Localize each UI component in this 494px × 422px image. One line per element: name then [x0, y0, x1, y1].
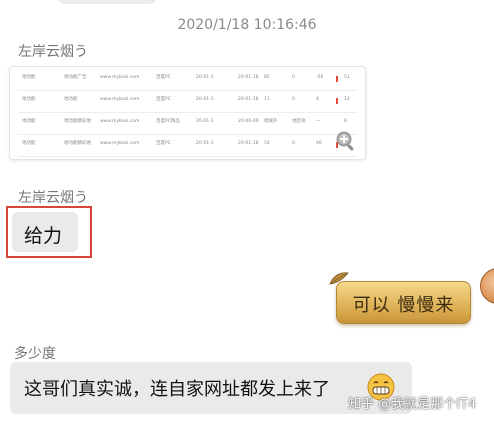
screenshot-table-row: 地功能 地功能精彩地 www.mybosi.com 百度PC 20-01-1 20-01-… [18, 136, 357, 157]
screenshot-table-cell: 0 [292, 97, 295, 102]
image-message-thumbnail[interactable]: 地功能 地功能广告 www.mybosi.com 百度PC 20-01-1 20-01-1… [9, 66, 366, 160]
screenshot-table-cell: 地功能 [22, 141, 36, 146]
screenshot-table-cell: 12 [344, 97, 350, 102]
screenshot-table-cell: 8 [344, 119, 347, 124]
sender-name: 多少度 [14, 346, 56, 362]
screenshot-table-cell: www.mybosi.com [100, 97, 140, 102]
screenshot-table-cell: 85 [264, 75, 270, 80]
sender-name: 左岸云烟う [18, 44, 88, 60]
sender-name: 左岸云烟う [18, 190, 88, 206]
highlight-box [6, 206, 92, 258]
screenshot-table-cell: 地域外 [264, 119, 278, 124]
screenshot-table-cell: 地功能精彩地 [64, 119, 91, 124]
screenshot-table-row: 地功能 地功能广告 www.mybosi.com 百度PC 20-01-1 20-01-1… [18, 70, 357, 91]
screenshot-table-cell: 百度PC [156, 97, 171, 102]
message-timestamp: 2020/1/18 10:16:46 [177, 17, 317, 33]
screenshot-table-row: 地功能 地功能 www.mybosi.com 百度PC 20-01-1 20-01-18 1… [18, 92, 357, 113]
screenshot-table-cell: 地区地 [292, 119, 306, 124]
screenshot-table-row: 地功能 地功能精彩地 www.mybosi.com 百度PC精品 20-01-1 20-0… [18, 114, 357, 135]
screenshot-table-cell: 百度PC [156, 75, 171, 80]
screenshot-table-cell: www.mybosi.com [100, 119, 140, 124]
message-text: 这哥们真实诚，连自家网址都发上来了 [24, 379, 330, 400]
screenshot-table-cell: 百度PC精品 [156, 119, 180, 124]
screenshot-table-cell: 54 [264, 141, 270, 146]
message-bubble-gold[interactable]: 可以 慢慢来 [336, 281, 471, 324]
screenshot-table-cell: 11 [264, 97, 270, 102]
screenshot-table-cell: 20-01-1 [196, 141, 214, 146]
screenshot-table-cell: www.mybosi.com [100, 75, 140, 80]
screenshot-table-cell: — [316, 119, 321, 124]
screenshot-table-cell: 20-00-00 [238, 119, 259, 124]
screenshot-table-cell: 20-01-1 [196, 119, 214, 124]
screenshot-table-cell: 20-01-18 [238, 75, 259, 80]
screenshot-table-cell: 百度PC [156, 141, 171, 146]
screenshot-table-cell: 4 [316, 97, 319, 102]
previous-message-bubble-edge [58, 0, 156, 4]
screenshot-table-cell: 地功能 [22, 97, 36, 102]
zoom-in-icon[interactable] [335, 130, 357, 152]
screenshot-table-cell: 0 [292, 141, 295, 146]
screenshot-table-cell: 地功能 [64, 97, 78, 102]
trend-arrow-icon [336, 98, 338, 104]
screenshot-table-cell: 51 [344, 75, 350, 80]
avatar[interactable] [480, 268, 494, 304]
screenshot-table-cell: 20-01-18 [238, 141, 259, 146]
screenshot-table-cell: 0 [292, 75, 295, 80]
screenshot-table-cell: -56 [316, 75, 324, 80]
watermark: 知乎 @我就是那个IT4 [348, 397, 477, 412]
screenshot-table-cell: 地功能 [22, 119, 36, 124]
trend-arrow-icon [336, 76, 338, 82]
screenshot-table-cell: 地功能 [22, 75, 36, 80]
screenshot-table-cell: www.mybosi.com [100, 141, 140, 146]
screenshot-table-cell: 地功能精彩地 [64, 141, 91, 146]
screenshot-table-cell: 地功能广告 [64, 75, 87, 80]
screenshot-table-cell: 20-01-1 [196, 97, 214, 102]
message-text: 可以 慢慢来 [352, 295, 455, 316]
screenshot-table-cell: 46 [316, 141, 322, 146]
screenshot-table-cell: 20-01-18 [238, 97, 259, 102]
screenshot-table-cell: 20-01-1 [196, 75, 214, 80]
